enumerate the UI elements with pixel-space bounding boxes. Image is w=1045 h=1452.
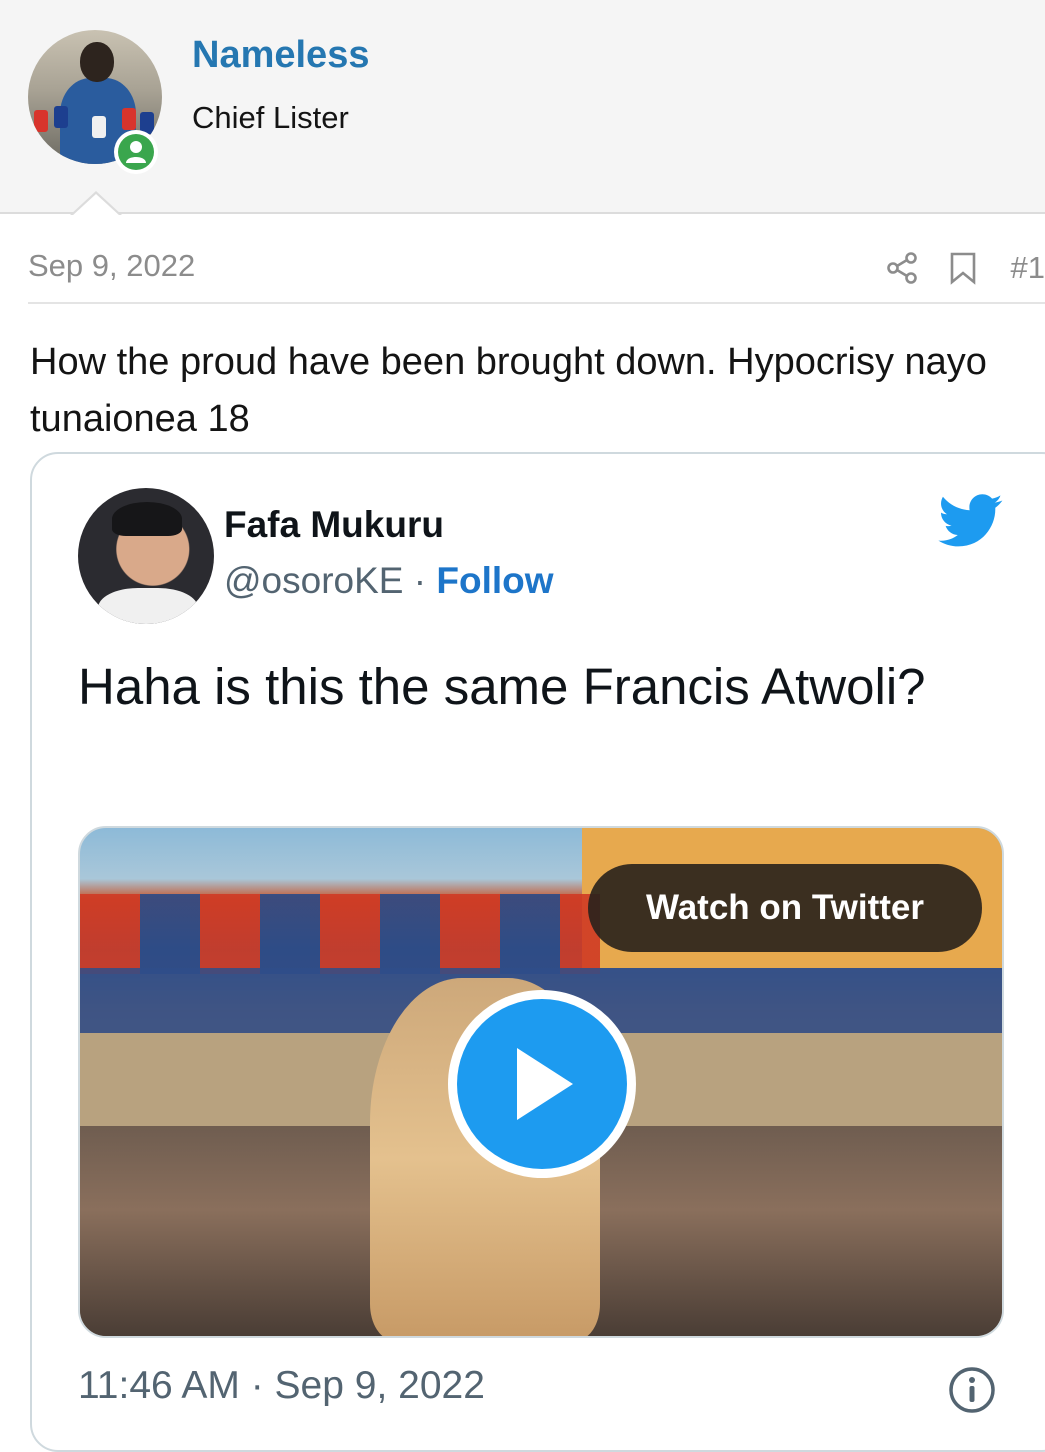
watch-on-twitter-button[interactable]: Watch on Twitter bbox=[588, 864, 982, 952]
online-status-icon bbox=[114, 130, 158, 174]
divider bbox=[28, 302, 1045, 304]
play-icon bbox=[457, 999, 627, 1169]
header-pointer-fill bbox=[72, 194, 120, 216]
post-body-text: How the proud have been brought down. Hy… bbox=[30, 341, 987, 440]
info-icon[interactable] bbox=[948, 1366, 996, 1419]
username-link[interactable]: Nameless bbox=[192, 34, 369, 77]
twitter-bird-icon[interactable] bbox=[938, 494, 1004, 553]
tweet-timestamp[interactable]: 11:46 AM · Sep 9, 2022 bbox=[78, 1364, 485, 1408]
tweet-video-thumbnail[interactable]: Watch on Twitter bbox=[78, 826, 1004, 1338]
tweet-handle-row: @osoroKE · Follow bbox=[224, 560, 554, 602]
post-user-header: Nameless Chief Lister bbox=[0, 0, 1045, 214]
bookmark-icon[interactable] bbox=[949, 251, 977, 285]
user-title: Chief Lister bbox=[192, 100, 349, 135]
play-button[interactable] bbox=[448, 990, 636, 1178]
share-icon[interactable] bbox=[885, 251, 919, 285]
tweet-author-avatar[interactable] bbox=[78, 488, 214, 624]
post-date[interactable]: Sep 9, 2022 bbox=[28, 248, 195, 284]
post-actions: #1 bbox=[855, 246, 1045, 290]
separator-dot: · bbox=[413, 560, 427, 601]
post-number-link[interactable]: #1 bbox=[1011, 250, 1045, 286]
embedded-tweet[interactable]: Fafa Mukuru @osoroKE · Follow Haha is th… bbox=[30, 452, 1045, 1452]
video-scene-tent bbox=[80, 894, 600, 974]
user-avatar[interactable] bbox=[28, 30, 162, 174]
follow-button[interactable]: Follow bbox=[436, 560, 553, 601]
tweet-handle[interactable]: @osoroKE bbox=[224, 560, 403, 601]
tweet-text: Haha is this the same Francis Atwoli? bbox=[78, 658, 926, 715]
tweet-author-name[interactable]: Fafa Mukuru bbox=[224, 504, 444, 546]
